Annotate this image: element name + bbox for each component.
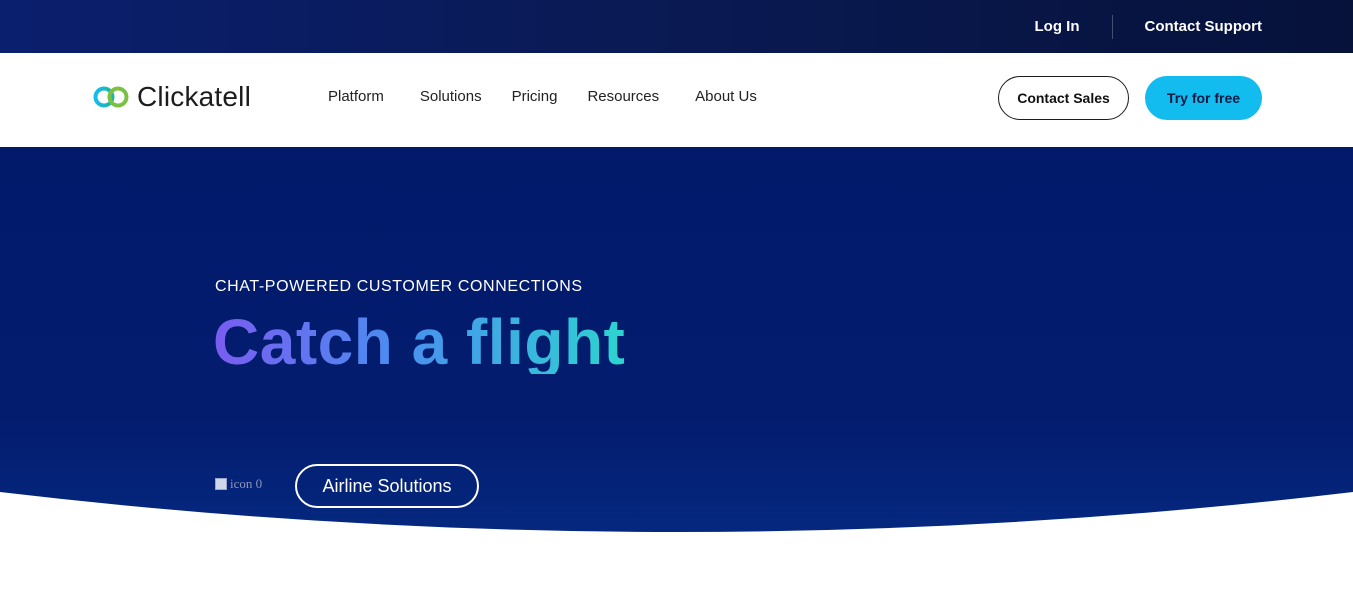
- try-for-free-button[interactable]: Try for free: [1145, 76, 1262, 120]
- login-link[interactable]: Log In: [1035, 18, 1080, 35]
- broken-image-icon: icon 0: [215, 475, 277, 493]
- brand-logo[interactable]: Clickatell: [92, 83, 251, 111]
- nav-solutions[interactable]: Solutions: [420, 88, 482, 105]
- airline-solutions-button[interactable]: Airline Solutions: [295, 464, 479, 508]
- nav-resources[interactable]: Resources: [587, 88, 659, 105]
- utility-bar: Log In Contact Support: [0, 0, 1353, 53]
- contact-support-link[interactable]: Contact Support: [1145, 18, 1263, 35]
- contact-sales-button[interactable]: Contact Sales: [998, 76, 1129, 120]
- broken-image-glyph-icon: [215, 478, 227, 490]
- brand-wordmark: Clickatell: [137, 81, 252, 112]
- nav-pricing[interactable]: Pricing: [512, 88, 558, 105]
- hero-section: CHAT-POWERED CUSTOMER CONNECTIONS Catch …: [0, 147, 1353, 537]
- utility-divider: [1111, 14, 1113, 39]
- image-alt-text: icon 0: [230, 476, 263, 491]
- hero-headline: Catch a flight: [213, 306, 626, 378]
- hero-eyebrow: CHAT-POWERED CUSTOMER CONNECTIONS: [215, 278, 583, 295]
- primary-menu: Platform Solutions Pricing Resources Abo…: [328, 88, 757, 105]
- clickatell-logo-icon: [93, 86, 129, 108]
- nav-platform[interactable]: Platform: [328, 88, 384, 105]
- hero-background: [0, 147, 1353, 532]
- main-navbar: Clickatell Platform Solutions Pricing Re…: [0, 53, 1353, 147]
- nav-about-us[interactable]: About Us: [695, 88, 757, 105]
